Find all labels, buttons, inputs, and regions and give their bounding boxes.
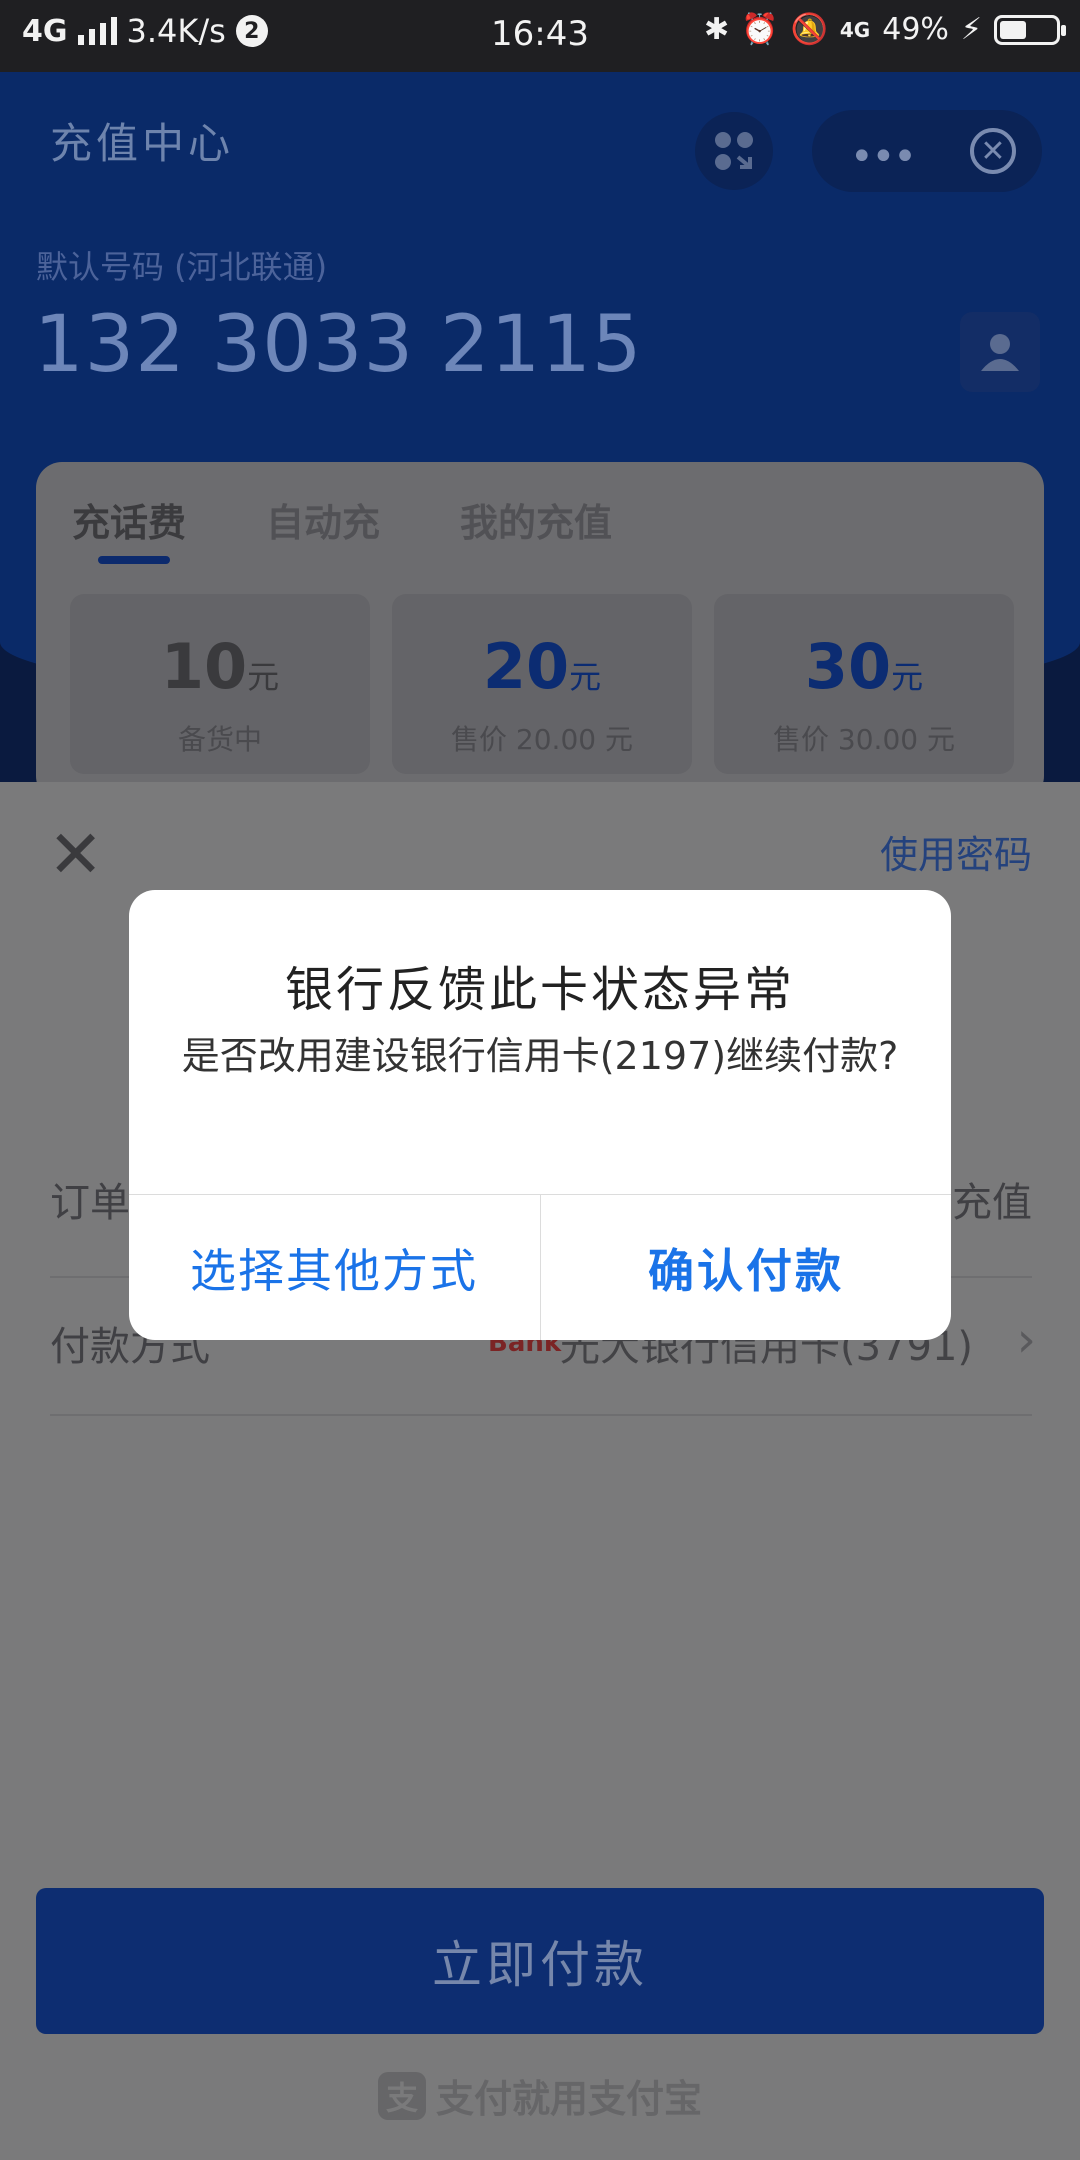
order-label: 订单 <box>50 1180 130 1226</box>
amount-option-30[interactable]: 30元 售价 30.00 元 <box>714 594 1014 774</box>
amount-unit: 元 <box>247 658 280 696</box>
mobile-data-indicator: 4G <box>839 17 871 42</box>
alipay-footer: 支 支付就用支付宝 <box>0 2068 1080 2123</box>
mini-program-icon-button[interactable] <box>695 112 773 190</box>
more-icon[interactable]: ••• <box>850 134 917 180</box>
battery-icon <box>994 14 1066 45</box>
amount-subtitle: 备货中 <box>177 723 262 756</box>
dialog-message: 是否改用建设银行信用卡(2197)继续付款? <box>181 1034 899 1078</box>
bluetooth-icon: ✱ <box>704 12 730 47</box>
amount-option-20[interactable]: 20元 售价 20.00 元 <box>392 594 692 774</box>
amount-unit: 元 <box>891 658 924 696</box>
charging-icon: ⚡ <box>960 12 982 47</box>
card-error-dialog: 银行反馈此卡状态异常 是否改用建设银行信用卡(2197)继续付款? 选择其他方式… <box>129 890 951 1340</box>
tab-auto-recharge[interactable]: 自动充 <box>266 492 380 547</box>
amount-value: 30 <box>804 630 892 703</box>
amount-value: 20 <box>482 630 570 703</box>
close-icon[interactable]: ✕ <box>970 128 1016 174</box>
capsule-menu: ••• ✕ <box>812 110 1042 192</box>
page-title: 充值中心 <box>50 119 235 168</box>
amount-option-10[interactable]: 10元 备货中 <box>70 594 370 774</box>
amount-subtitle: 售价 30.00 元 <box>773 723 955 756</box>
contact-icon <box>981 334 1019 371</box>
status-bar: 4G 3.4K/s 2 16:43 ✱ ⏰ 🔕 4G 49% ⚡ <box>0 0 1080 72</box>
chevron-right-icon[interactable]: › <box>1017 1312 1036 1368</box>
silent-icon: 🔕 <box>790 12 828 47</box>
apps-icon <box>715 132 753 170</box>
battery-percent: 49% <box>882 12 949 47</box>
tab-recharge-fee[interactable]: 充话费 <box>72 492 186 547</box>
alarm-icon: ⏰ <box>741 12 779 47</box>
alipay-logo: 支 <box>377 2071 426 2120</box>
tab-my-recharge[interactable]: 我的充值 <box>460 492 612 547</box>
order-value: 充值 <box>952 1180 1032 1226</box>
recharge-tabs: 充话费 自动充 我的充值 <box>72 492 612 547</box>
confirm-payment-button[interactable]: 确认付款 <box>541 1195 951 1340</box>
amount-unit: 元 <box>569 658 602 696</box>
choose-other-method-button[interactable]: 选择其他方式 <box>129 1195 539 1340</box>
dialog-title: 银行反馈此卡状态异常 <box>284 962 795 1018</box>
active-tab-indicator <box>98 556 170 564</box>
sheet-close-icon[interactable]: ✕ <box>48 822 103 888</box>
amount-options: 10元 备货中 20元 售价 20.00 元 30元 售价 30.00 元 <box>70 594 1014 774</box>
recharge-card: 充话费 自动充 我的充值 10元 备货中 20元 售价 20.00 元 30元 … <box>36 462 1044 802</box>
divider <box>50 1414 1032 1416</box>
alipay-slogan: 支付就用支付宝 <box>435 2077 702 2121</box>
amount-value: 10 <box>160 630 248 703</box>
use-password-link[interactable]: 使用密码 <box>880 824 1032 879</box>
default-number-label: 默认号码 (河北联通) <box>36 248 328 286</box>
contact-button[interactable] <box>960 312 1040 392</box>
amount-subtitle: 售价 20.00 元 <box>451 723 633 756</box>
pay-now-button[interactable]: 立即付款 <box>36 1888 1044 2034</box>
phone-number[interactable]: 132 3033 2115 <box>34 300 642 390</box>
